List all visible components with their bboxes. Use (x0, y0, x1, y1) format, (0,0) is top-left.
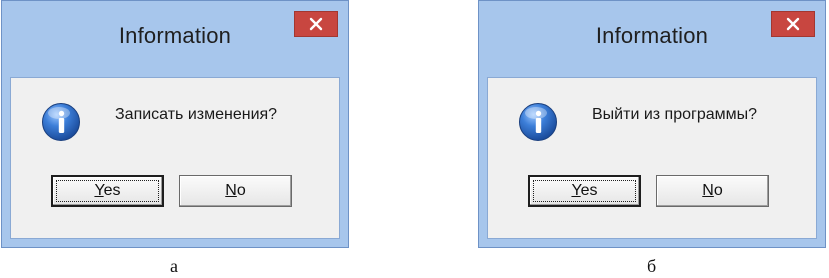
no-accelerator-key: N (225, 182, 237, 199)
no-label-rest: o (713, 182, 723, 199)
dialog-body: Записать изменения? Yes No (10, 77, 340, 239)
information-icon (42, 103, 80, 141)
title-bar[interactable]: Information (2, 1, 348, 77)
information-icon (519, 103, 557, 141)
title-bar[interactable]: Information (479, 1, 825, 77)
yes-button-label: Yes (571, 182, 597, 200)
figure-caption-a: а (170, 256, 178, 276)
dialog-body: Выйти из программы? Yes No (487, 77, 817, 239)
yes-button-label: Yes (94, 182, 120, 200)
no-button[interactable]: No (179, 175, 292, 207)
no-button-label: No (225, 182, 245, 200)
no-button[interactable]: No (656, 175, 769, 207)
close-button[interactable] (771, 11, 815, 37)
yes-button[interactable]: Yes (51, 175, 164, 207)
dialog-window-a: Information Записать изменения? Yes No (1, 0, 349, 248)
yes-label-rest: es (580, 182, 598, 199)
close-icon (786, 17, 800, 31)
dialog-message: Выйти из программы? (592, 106, 758, 123)
dialog-window-b: Information Выйти из программы? Yes No (478, 0, 826, 248)
yes-button[interactable]: Yes (528, 175, 641, 207)
yes-label-rest: es (103, 182, 121, 199)
close-icon (309, 17, 323, 31)
figure-caption-b: б (647, 256, 657, 276)
no-button-label: No (702, 182, 722, 200)
no-accelerator-key: N (702, 182, 714, 199)
no-label-rest: o (236, 182, 246, 199)
yes-accelerator-key: Y (94, 182, 104, 199)
yes-accelerator-key: Y (571, 182, 581, 199)
dialog-message: Записать изменения? (115, 106, 278, 123)
close-button[interactable] (294, 11, 338, 37)
